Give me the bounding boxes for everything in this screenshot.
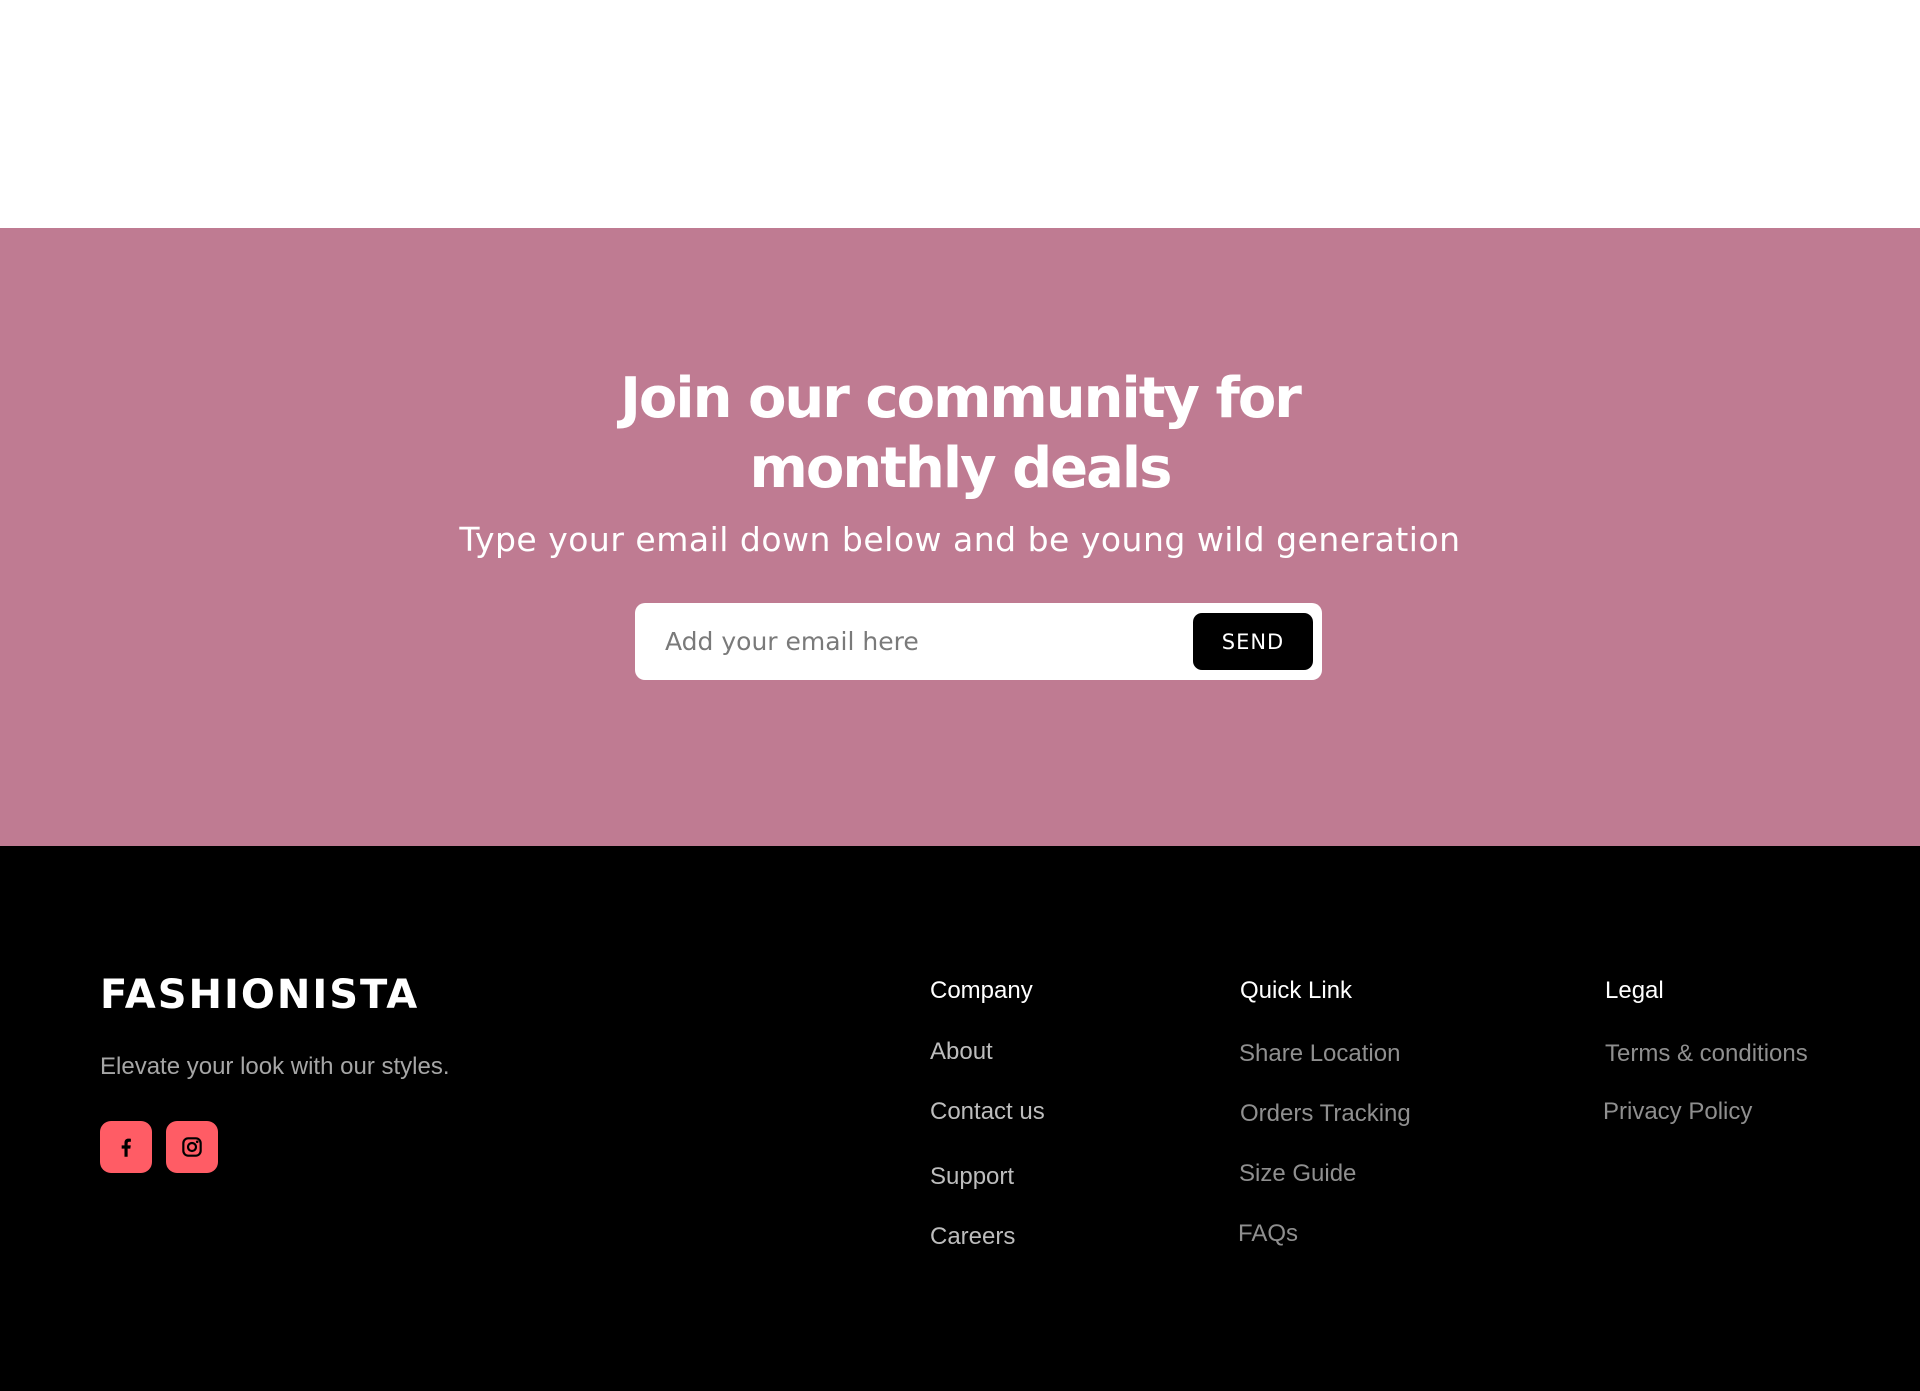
instagram-icon (182, 1137, 202, 1157)
link-orders-tracking[interactable]: Orders Tracking (1240, 1100, 1411, 1128)
facebook-icon (121, 1138, 131, 1157)
link-size-guide[interactable]: Size Guide (1239, 1160, 1356, 1188)
facebook-button[interactable] (100, 1121, 152, 1173)
newsletter-title-line1: Join our community for (620, 366, 1302, 431)
link-support[interactable]: Support (930, 1163, 1014, 1191)
footer-tagline: Elevate your look with our styles. (100, 1053, 450, 1080)
link-about[interactable]: About (930, 1038, 993, 1066)
legal-heading: Legal (1605, 977, 1664, 1004)
newsletter-section: Join our community for monthly deals Typ… (0, 228, 1920, 846)
footer: FASHIONISTA Elevate your look with our s… (0, 846, 1920, 1391)
instagram-button[interactable] (166, 1121, 218, 1173)
newsletter-subtitle: Type your email down below and be young … (459, 520, 1461, 559)
link-terms-conditions[interactable]: Terms & conditions (1605, 1040, 1808, 1068)
quick-link-heading: Quick Link (1240, 977, 1353, 1004)
newsletter-title: Join our community for monthly deals (0, 364, 1920, 504)
send-button[interactable]: SEND (1193, 613, 1313, 670)
newsletter-title-line2: monthly deals (749, 436, 1173, 501)
newsletter-form: SEND (635, 603, 1322, 680)
footer-brand-logo: FASHIONISTA (100, 972, 420, 1018)
link-contact-us[interactable]: Contact us (930, 1098, 1045, 1126)
link-share-location[interactable]: Share Location (1239, 1040, 1400, 1068)
link-faqs[interactable]: FAQs (1238, 1220, 1298, 1248)
link-careers[interactable]: Careers (930, 1223, 1015, 1251)
company-heading: Company (930, 977, 1033, 1004)
email-input[interactable] (665, 603, 1165, 680)
link-privacy-policy[interactable]: Privacy Policy (1603, 1098, 1752, 1126)
top-blank-area (0, 0, 1920, 228)
